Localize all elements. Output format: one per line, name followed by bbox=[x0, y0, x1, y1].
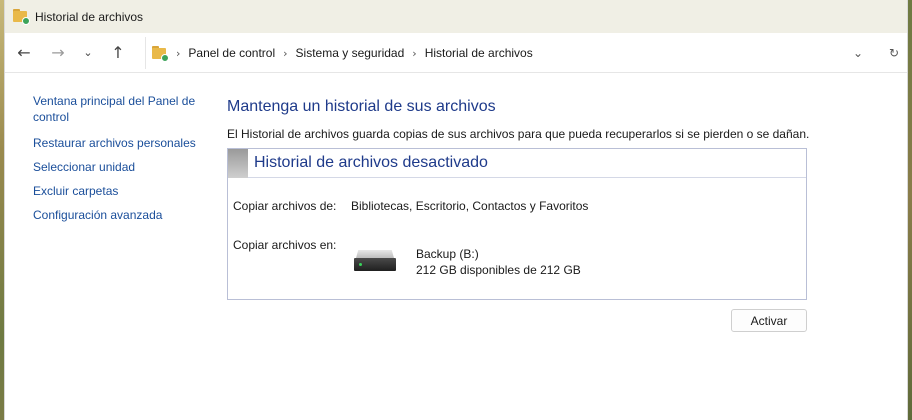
file-history-window: Historial de archivos ← → ⌄ ↑ › Panel de… bbox=[4, 0, 908, 420]
back-arrow-icon[interactable]: ← bbox=[11, 40, 37, 66]
sidebar-item-select-drive[interactable]: Seleccionar unidad bbox=[33, 159, 208, 175]
recent-locations-chevron-icon[interactable]: ⌄ bbox=[75, 40, 101, 66]
sidebar-item-control-panel-home[interactable]: Ventana principal del Panel de control bbox=[33, 93, 208, 125]
sidebar-item-exclude-folders[interactable]: Excluir carpetas bbox=[33, 183, 208, 199]
refresh-icon[interactable]: ↻ bbox=[881, 40, 907, 66]
sidebar-item-restore-files[interactable]: Restaurar archivos personales bbox=[33, 135, 208, 151]
address-bar[interactable]: › Panel de control › Sistema y seguridad… bbox=[145, 37, 907, 69]
status-panel-header: Historial de archivos desactivado bbox=[228, 148, 806, 178]
hard-drive-icon bbox=[354, 250, 396, 272]
breadcrumb-separator[interactable]: › bbox=[283, 47, 287, 60]
copy-from-row: Copiar archivos de: Bibliotecas, Escrito… bbox=[233, 199, 588, 213]
copy-from-value: Bibliotecas, Escritorio, Contactos y Fav… bbox=[351, 199, 589, 213]
up-arrow-icon[interactable]: ↑ bbox=[105, 40, 131, 66]
copy-to-label: Copiar archivos en: bbox=[233, 238, 337, 252]
forward-arrow-icon[interactable]: → bbox=[45, 40, 71, 66]
drive-info: Backup (B:) 212 GB disponibles de 212 GB bbox=[416, 246, 581, 278]
breadcrumb-file-history[interactable]: Historial de archivos bbox=[425, 46, 533, 60]
control-panel-icon bbox=[152, 46, 169, 62]
address-bar-actions: ⌄ ↻ bbox=[845, 37, 907, 69]
window-title: Historial de archivos bbox=[35, 9, 144, 24]
breadcrumb-separator: › bbox=[176, 46, 181, 60]
drive-space: 212 GB disponibles de 212 GB bbox=[416, 263, 581, 277]
copy-from-label: Copiar archivos de: bbox=[233, 199, 337, 213]
breadcrumb-system-security[interactable]: Sistema y seguridad bbox=[296, 46, 405, 60]
breadcrumb-separator[interactable]: › bbox=[412, 47, 416, 60]
title-bar: Historial de archivos bbox=[5, 0, 907, 33]
breadcrumb-control-panel[interactable]: Panel de control bbox=[188, 46, 275, 60]
page-description: El Historial de archivos guarda copias d… bbox=[227, 127, 810, 141]
status-stripe bbox=[228, 148, 248, 178]
navigation-bar: ← → ⌄ ↑ › Panel de control › Sistema y s… bbox=[5, 33, 907, 73]
drive-name: Backup (B:) bbox=[416, 247, 479, 261]
page-title: Mantenga un historial de sus archivos bbox=[227, 98, 496, 115]
status-title: Historial de archivos desactivado bbox=[254, 154, 488, 171]
address-dropdown-chevron-icon[interactable]: ⌄ bbox=[845, 40, 871, 66]
activate-button[interactable]: Activar bbox=[731, 309, 807, 332]
sidebar-item-advanced-settings[interactable]: Configuración avanzada bbox=[33, 207, 208, 223]
sidebar: Ventana principal del Panel de control R… bbox=[33, 93, 208, 231]
status-panel: Historial de archivos desactivado Copiar… bbox=[227, 148, 807, 300]
main-content: Mantenga un historial de sus archivos El… bbox=[227, 98, 817, 141]
folder-history-icon bbox=[13, 8, 30, 25]
